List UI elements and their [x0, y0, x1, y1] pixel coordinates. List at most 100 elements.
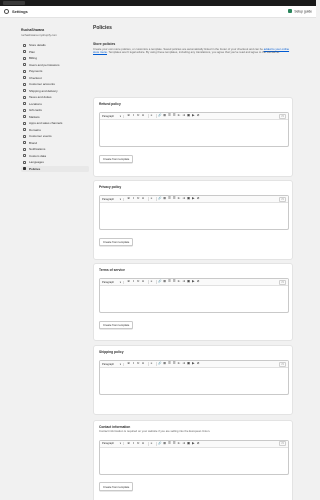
italic-button[interactable]: I [132, 113, 135, 117]
link-button[interactable]: 🔗 [158, 279, 161, 283]
italic-button[interactable]: I [132, 361, 135, 365]
shopify-logo[interactable] [3, 1, 25, 5]
indent-button[interactable]: ⇥ [182, 361, 185, 365]
underline-button[interactable]: U [137, 113, 140, 117]
html-toggle-button[interactable]: <> [279, 113, 286, 119]
align-button[interactable]: ≡ [150, 196, 153, 200]
create-from-template-button[interactable]: Create from template [99, 482, 134, 491]
insert-video-button[interactable]: ▶ [192, 441, 195, 445]
align-button[interactable]: ≡ [150, 441, 153, 445]
table-button[interactable]: ⊞ [163, 361, 166, 365]
indent-button[interactable]: ⇥ [182, 441, 185, 445]
format-select[interactable]: Paragraph ▾ [102, 442, 124, 446]
indent-button[interactable]: ⇥ [182, 279, 185, 283]
format-select[interactable]: Paragraph ▾ [102, 197, 124, 201]
link-button[interactable]: 🔗 [158, 441, 161, 445]
bold-button[interactable]: B [127, 361, 130, 365]
italic-button[interactable]: I [132, 279, 135, 283]
policy-text-area[interactable] [100, 368, 288, 394]
align-button[interactable]: ≡ [150, 113, 153, 117]
sidebar-item-gift-cards[interactable]: Gift cards [21, 107, 89, 114]
text-color-button[interactable]: A [141, 361, 144, 365]
bold-button[interactable]: B [127, 196, 130, 200]
align-button[interactable]: ≡ [150, 361, 153, 365]
text-color-button[interactable]: A [141, 279, 144, 283]
link-button[interactable]: 🔗 [158, 196, 161, 200]
insert-image-button[interactable]: ▣ [187, 441, 190, 445]
table-button[interactable]: ⊞ [163, 441, 166, 445]
insert-image-button[interactable]: ▣ [187, 196, 190, 200]
numbered-list-button[interactable]: ☰ [172, 113, 176, 117]
underline-button[interactable]: U [137, 279, 140, 283]
underline-button[interactable]: U [137, 441, 140, 445]
numbered-list-button[interactable]: ☰ [172, 196, 176, 200]
outdent-button[interactable]: ⇤ [177, 361, 180, 365]
sidebar-item-store-details[interactable]: Store details [21, 42, 89, 49]
format-select[interactable]: Paragraph ▾ [102, 362, 124, 366]
text-color-button[interactable]: A [141, 441, 144, 445]
bullet-list-button[interactable]: ☰ [168, 361, 171, 365]
sidebar-item-customer-events[interactable]: Customer events [21, 133, 89, 140]
clear-formatting-button[interactable]: ⊘ [196, 196, 199, 200]
underline-button[interactable]: U [137, 196, 140, 200]
text-color-button[interactable]: A [141, 196, 144, 200]
sidebar-item-notifications[interactable]: Notifications [21, 146, 89, 153]
link-button[interactable]: 🔗 [158, 361, 161, 365]
bullet-list-button[interactable]: ☰ [168, 196, 171, 200]
outdent-button[interactable]: ⇤ [177, 279, 180, 283]
italic-button[interactable]: I [132, 196, 135, 200]
insert-video-button[interactable]: ▶ [192, 113, 195, 117]
align-button[interactable]: ≡ [150, 279, 153, 283]
sidebar-item-apps-and-sales-channels[interactable]: Apps and sales channels [21, 120, 89, 127]
sidebar-item-languages[interactable]: Languages [21, 159, 89, 166]
table-button[interactable]: ⊞ [163, 196, 166, 200]
sidebar-item-policies[interactable]: Policies [21, 165, 89, 172]
policy-text-area[interactable] [100, 120, 288, 146]
insert-video-button[interactable]: ▶ [192, 279, 195, 283]
insert-video-button[interactable]: ▶ [192, 196, 195, 200]
bold-button[interactable]: B [127, 113, 130, 117]
numbered-list-button[interactable]: ☰ [172, 361, 176, 365]
create-from-template-button[interactable]: Create from template [99, 154, 134, 164]
indent-button[interactable]: ⇥ [182, 113, 185, 117]
clear-formatting-button[interactable]: ⊘ [196, 361, 199, 365]
clear-formatting-button[interactable]: ⊘ [196, 279, 199, 283]
insert-image-button[interactable]: ▣ [187, 361, 190, 365]
insert-image-button[interactable]: ▣ [187, 113, 190, 117]
insert-image-button[interactable]: ▣ [187, 279, 190, 283]
table-button[interactable]: ⊞ [163, 279, 166, 283]
numbered-list-button[interactable]: ☰ [172, 441, 176, 445]
html-toggle-button[interactable]: <> [279, 279, 286, 285]
underline-button[interactable]: U [137, 361, 140, 365]
indent-button[interactable]: ⇥ [182, 196, 185, 200]
sidebar-item-taxes-and-duties[interactable]: Taxes and duties [21, 94, 89, 101]
outdent-button[interactable]: ⇤ [177, 196, 180, 200]
clear-formatting-button[interactable]: ⊘ [196, 113, 199, 117]
outdent-button[interactable]: ⇤ [177, 113, 180, 117]
format-select[interactable]: Paragraph ▾ [102, 114, 124, 118]
sidebar-item-billing[interactable]: Billing [21, 55, 89, 62]
clear-formatting-button[interactable]: ⊘ [196, 441, 199, 445]
italic-button[interactable]: I [132, 441, 135, 445]
outdent-button[interactable]: ⇤ [177, 441, 180, 445]
numbered-list-button[interactable]: ☰ [172, 279, 176, 283]
html-toggle-button[interactable]: <> [279, 361, 286, 367]
policy-text-area[interactable] [100, 448, 288, 474]
link-button[interactable]: 🔗 [158, 113, 161, 117]
setup-guide-button[interactable]: Setup guide [288, 9, 312, 14]
create-from-template-button[interactable]: Create from template [99, 237, 134, 247]
policy-text-area[interactable] [100, 203, 288, 229]
create-from-template-button[interactable]: Create from template [99, 320, 134, 330]
bullet-list-button[interactable]: ☰ [168, 441, 171, 445]
bullet-list-button[interactable]: ☰ [168, 279, 171, 283]
text-color-button[interactable]: A [141, 113, 144, 117]
policy-text-area[interactable] [100, 286, 288, 312]
html-toggle-button[interactable]: <> [279, 441, 286, 447]
sidebar-item-customer-accounts[interactable]: Customer accounts [21, 81, 89, 88]
sidebar-item-payments[interactable]: Payments [21, 68, 89, 75]
bold-button[interactable]: B [127, 441, 130, 445]
bold-button[interactable]: B [127, 279, 130, 283]
format-select[interactable]: Paragraph ▾ [102, 280, 124, 284]
html-toggle-button[interactable]: <> [279, 196, 286, 202]
bullet-list-button[interactable]: ☰ [168, 113, 171, 117]
